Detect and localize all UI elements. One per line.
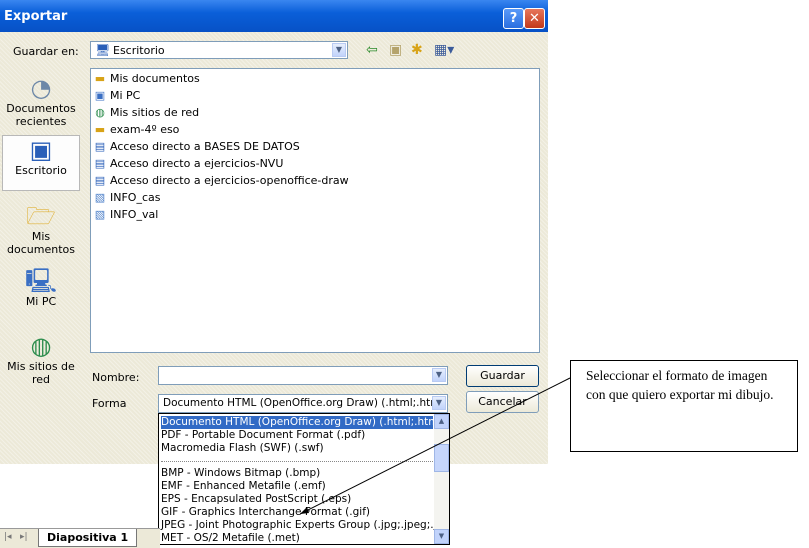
callout-box: Seleccionar el formato de imagen con que… (570, 360, 798, 452)
callout-arrowhead (300, 507, 309, 514)
callout-pointer (299, 377, 571, 515)
callout-text: Seleccionar el formato de imagen con que… (586, 368, 774, 402)
callout-pointer-line (299, 377, 571, 515)
